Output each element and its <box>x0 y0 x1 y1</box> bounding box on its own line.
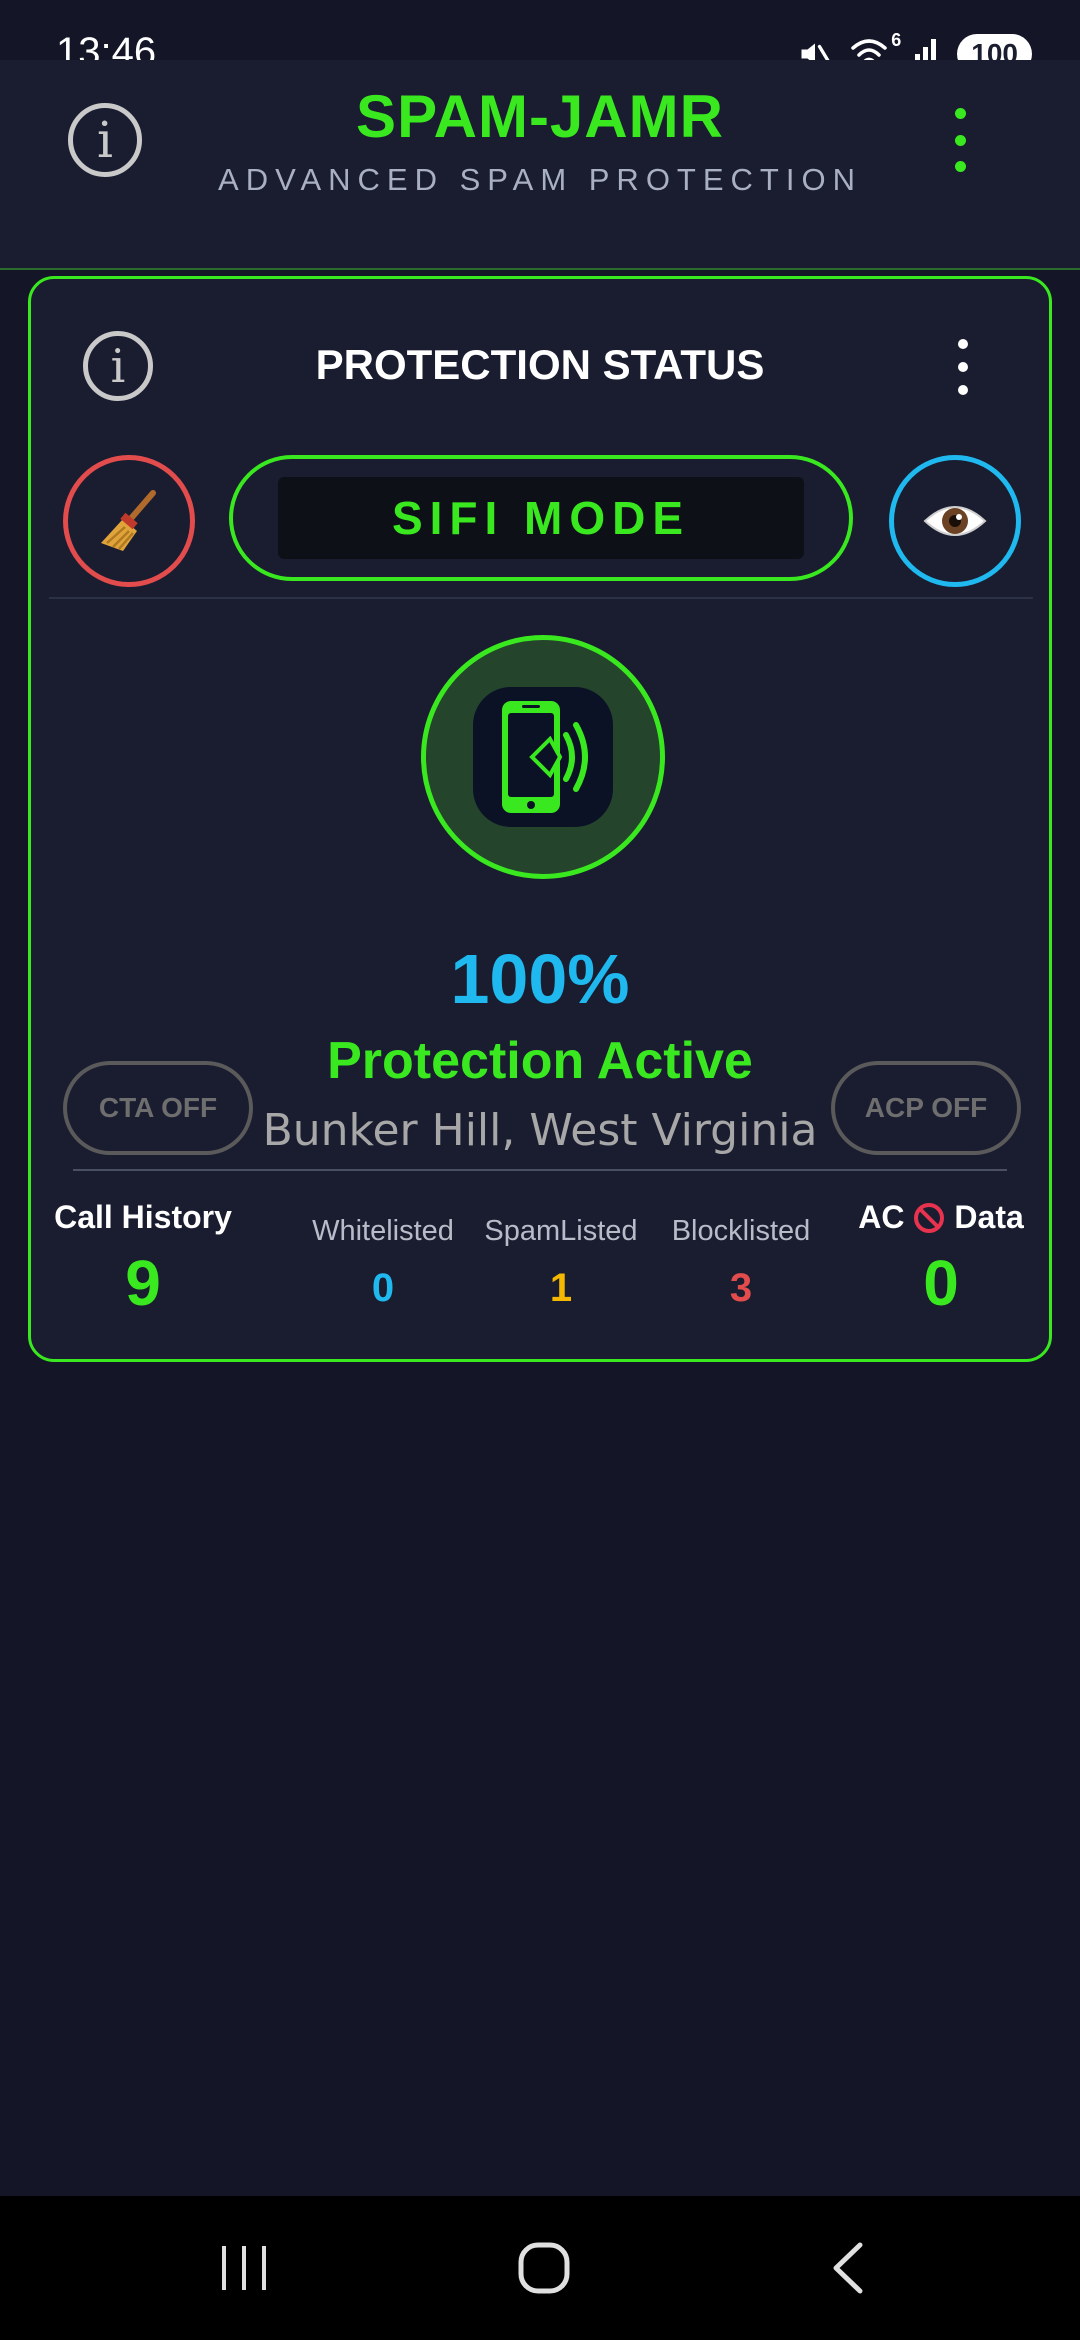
divider <box>73 1169 1007 1171</box>
blocklisted-value: 3 <box>729 1266 753 1310</box>
network-type-badge: 6 <box>891 30 902 50</box>
view-button[interactable] <box>889 455 1021 587</box>
protection-percent: 100% <box>450 940 630 1018</box>
spamlisted-stat[interactable]: SpamListed 1 <box>463 1199 659 1311</box>
ac-data-label: AC Data <box>831 1199 1051 1236</box>
card-kebab-menu-icon[interactable] <box>953 339 973 395</box>
call-history-label: Call History <box>54 1199 232 1235</box>
acp-toggle-button[interactable]: ACP OFF <box>831 1061 1021 1155</box>
protection-status-card: i PROTECTION STATUS SIFI MODE 100% Prote… <box>28 276 1052 1362</box>
recents-button[interactable] <box>164 2196 324 2340</box>
home-icon <box>518 2242 570 2294</box>
spamlisted-value: 1 <box>549 1266 573 1310</box>
card-title: PROTECTION STATUS <box>315 341 765 388</box>
prohibited-icon <box>914 1202 945 1233</box>
app-root: 13:46 6 100 i SPAM-JAMR ADVANCED SPAM PR… <box>0 0 1080 2340</box>
navigation-bar <box>0 2196 1080 2340</box>
back-button[interactable] <box>768 2196 928 2340</box>
whitelisted-value: 0 <box>371 1266 395 1310</box>
app-header: i SPAM-JAMR ADVANCED SPAM PROTECTION <box>0 60 1080 270</box>
mode-label: SIFI MODE <box>278 477 804 559</box>
whitelisted-stat[interactable]: Whitelisted 0 <box>293 1199 473 1311</box>
call-history-value: 9 <box>125 1247 161 1319</box>
spamlisted-label: SpamListed <box>484 1215 638 1247</box>
blocklisted-stat[interactable]: Blocklisted 3 <box>641 1199 841 1311</box>
cta-toggle-button[interactable]: CTA OFF <box>63 1061 253 1155</box>
ac-data-label-prefix: AC <box>858 1199 905 1235</box>
sifi-mode-button[interactable]: SIFI MODE <box>229 455 853 581</box>
app-subtitle: ADVANCED SPAM PROTECTION <box>218 162 862 197</box>
kebab-menu-icon[interactable] <box>945 108 975 172</box>
app-title: SPAM-JAMR <box>356 83 724 150</box>
divider <box>49 597 1033 599</box>
ac-data-label-suffix: Data <box>954 1199 1024 1235</box>
call-history-stat[interactable]: Call History 9 <box>53 1199 233 1320</box>
broom-icon <box>101 490 156 551</box>
recents-icon <box>222 2246 266 2290</box>
ac-data-value: 0 <box>923 1247 959 1319</box>
phone-signal-icon <box>473 687 613 827</box>
home-button[interactable] <box>464 2196 624 2340</box>
blocklisted-label: Blocklisted <box>671 1215 811 1247</box>
ac-data-stat[interactable]: AC Data 0 <box>831 1199 1051 1320</box>
back-icon <box>833 2242 863 2294</box>
protection-shield[interactable] <box>421 635 665 879</box>
clean-button[interactable] <box>63 455 195 587</box>
whitelisted-label: Whitelisted <box>312 1215 454 1247</box>
eye-icon <box>923 506 987 536</box>
